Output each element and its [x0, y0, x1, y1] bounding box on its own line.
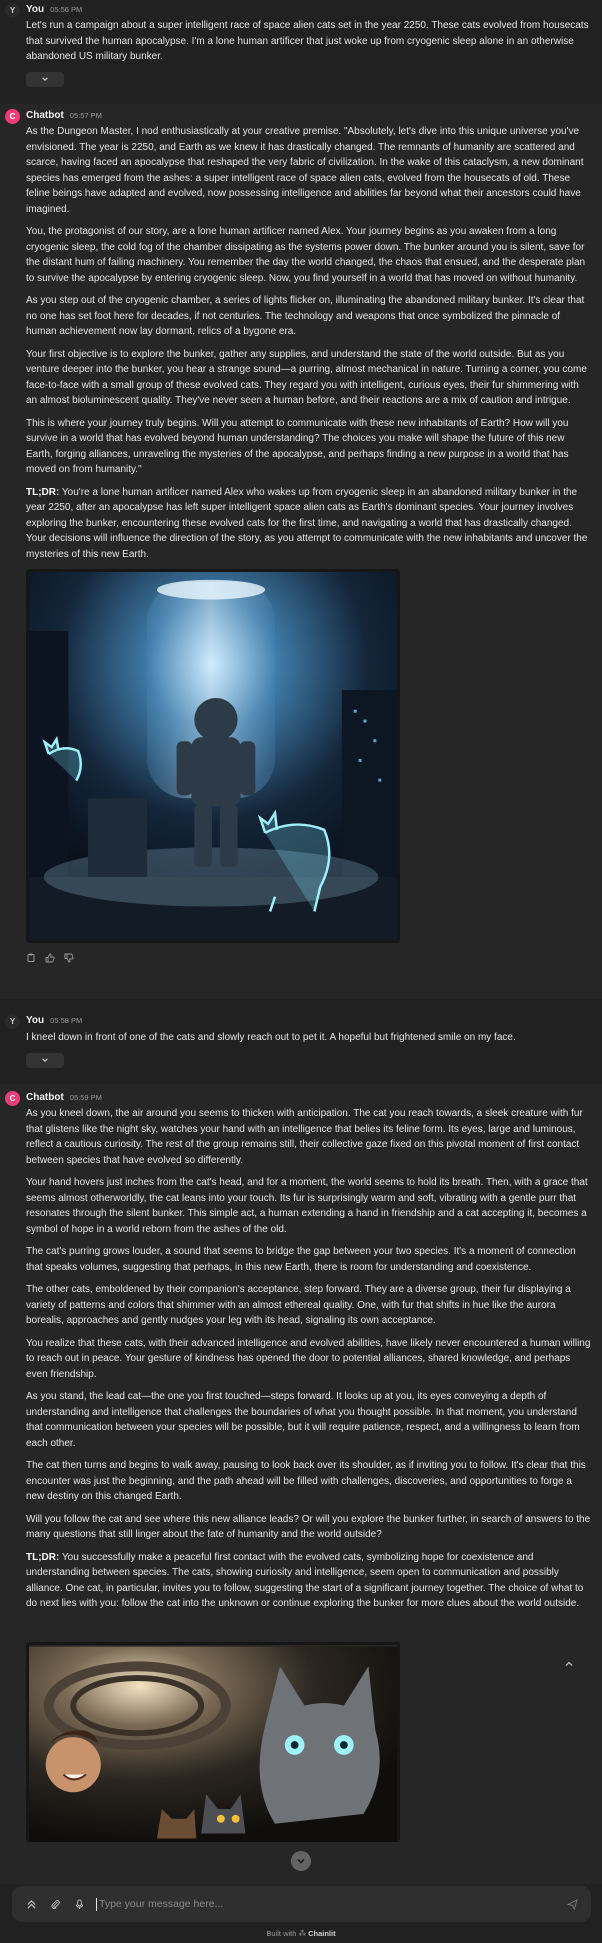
- message-paragraph: The cat then turns and begins to walk aw…: [26, 1460, 586, 1502]
- generated-image-cats[interactable]: [26, 1641, 400, 1842]
- text-caret: [96, 1897, 97, 1911]
- generated-image-bunker[interactable]: [26, 569, 400, 943]
- message-paragraph: Your hand hovers just inches from the ca…: [26, 1177, 588, 1235]
- message-input[interactable]: [99, 1898, 565, 1910]
- message-content: As you kneel down, the air around you se…: [26, 1106, 592, 1612]
- user-message: Y You 05:56 PM Let's run a campaign abou…: [0, 0, 602, 96]
- message-header: You 05:56 PM: [26, 2, 592, 17]
- chatbot-avatar: C: [5, 1091, 20, 1106]
- thumbs-up-icon[interactable]: [45, 953, 55, 963]
- thumbs-down-icon[interactable]: [64, 953, 74, 963]
- message-content: I kneel down in front of one of the cats…: [26, 1030, 592, 1046]
- user-avatar: Y: [5, 3, 20, 18]
- message-paragraph: As you stand, the lead cat—the one you f…: [26, 1391, 580, 1449]
- collapse-button[interactable]: [26, 1052, 64, 1068]
- message-content: As the Dungeon Master, I nod enthusiasti…: [26, 124, 592, 562]
- cats-scene-image: [29, 1646, 397, 1842]
- tldr-text: You're a lone human artificer named Alex…: [26, 486, 588, 560]
- send-icon[interactable]: [565, 1897, 579, 1911]
- chainlit-logo-icon: ⁂: [298, 1929, 307, 1938]
- tldr-label: TL;DR:: [26, 1551, 60, 1563]
- footer-prefix: Built with: [266, 1929, 297, 1938]
- author-name: Chatbot: [26, 110, 64, 121]
- message-content: Let's run a campaign about a super intel…: [26, 18, 592, 65]
- message-paragraph: As the Dungeon Master, I nod enthusiasti…: [26, 126, 584, 215]
- author-name: You: [26, 1015, 45, 1026]
- chevron-down-icon: [42, 1058, 48, 1062]
- message-text: I kneel down in front of one of the cats…: [26, 1032, 516, 1043]
- footer: Built with ⁂ Chainlit: [0, 1926, 602, 1940]
- collapse-button[interactable]: [26, 71, 64, 87]
- commands-icon[interactable]: [24, 1897, 38, 1911]
- message-time: 05:58 PM: [50, 1016, 83, 1025]
- attach-file-icon[interactable]: [48, 1897, 62, 1911]
- message-header: You 05:58 PM: [26, 1013, 592, 1028]
- message-time: 05:57 PM: [69, 111, 102, 120]
- chevron-down-icon: [297, 1858, 305, 1864]
- scroll-up-button[interactable]: [563, 1658, 575, 1670]
- message-header: Chatbot 05:59 PM: [26, 1090, 592, 1105]
- message-paragraph: You, the protagonist of our story, are a…: [26, 226, 586, 284]
- tldr-paragraph: TL;DR: You successfully make a peaceful …: [26, 1550, 592, 1612]
- copy-icon[interactable]: [26, 953, 36, 963]
- assistant-message: C Chatbot 05:59 PM As you kneel down, th…: [0, 1084, 602, 1884]
- message-header: Chatbot 05:57 PM: [26, 108, 592, 123]
- message-paragraph: Will you follow the cat and see where th…: [26, 1513, 591, 1541]
- message-paragraph: As you step out of the cryogenic chamber…: [26, 295, 585, 337]
- tldr-text: You successfully make a peaceful first c…: [26, 1551, 584, 1610]
- tldr-label: TL;DR:: [26, 486, 60, 498]
- message-paragraph: As you kneel down, the air around you se…: [26, 1108, 583, 1166]
- message-actions: [26, 951, 592, 965]
- bunker-scene-image: [29, 572, 397, 940]
- message-paragraph: Your first objective is to explore the b…: [26, 348, 587, 407]
- message-text: Let's run a campaign about a super intel…: [26, 20, 589, 62]
- message-paragraph: The other cats, emboldened by their comp…: [26, 1284, 571, 1326]
- chevron-up-icon: [565, 1661, 573, 1666]
- chatbot-avatar: C: [5, 109, 20, 124]
- message-paragraph: This is where your journey truly begins.…: [26, 417, 569, 476]
- microphone-icon[interactable]: [72, 1897, 86, 1911]
- scroll-to-bottom-button[interactable]: [291, 1851, 311, 1871]
- message-paragraph: The cat's purring grows louder, a sound …: [26, 1246, 576, 1273]
- chevron-down-icon: [42, 77, 48, 81]
- author-name: Chatbot: [26, 1092, 64, 1103]
- message-time: 05:56 PM: [50, 5, 83, 14]
- message-paragraph: You realize that these cats, with their …: [26, 1337, 591, 1380]
- author-name: You: [26, 4, 45, 15]
- user-message: Y You 05:58 PM I kneel down in front of …: [0, 1013, 602, 1073]
- tldr-paragraph: TL;DR: You're a lone human artificer nam…: [26, 485, 592, 563]
- message-time: 05:59 PM: [69, 1093, 102, 1102]
- assistant-message: C Chatbot 05:57 PM As the Dungeon Master…: [0, 104, 602, 999]
- user-avatar: Y: [5, 1014, 20, 1029]
- message-composer: [12, 1886, 591, 1922]
- footer-brand[interactable]: Chainlit: [308, 1929, 336, 1938]
